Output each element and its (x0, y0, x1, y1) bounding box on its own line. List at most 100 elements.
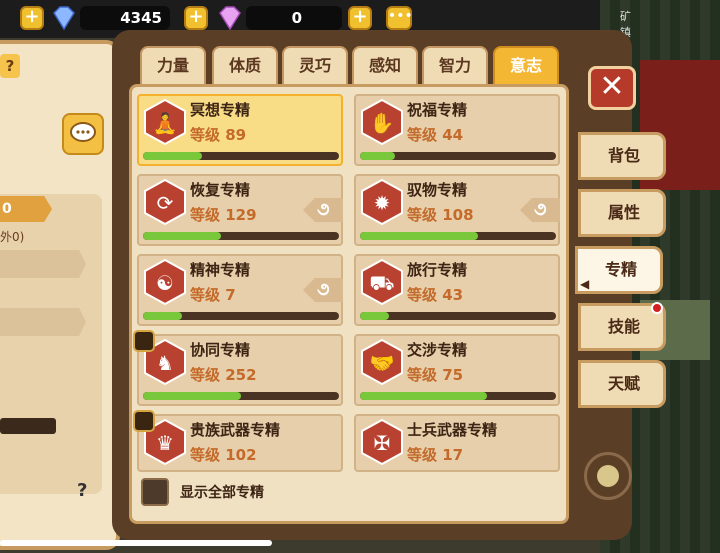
mastery-progress-bar (143, 232, 339, 240)
side-tab-talents[interactable]: 天赋 (578, 360, 666, 408)
mastery-level: 等级 17 (407, 446, 464, 464)
mastery-progress-fill (360, 232, 478, 240)
mastery-card[interactable]: ♞ 协同专精 等级 252 (133, 330, 343, 406)
tab-perception[interactable]: 感知 (352, 46, 418, 86)
left-row[interactable] (0, 308, 86, 336)
mastery-progress-bar (143, 392, 339, 400)
mastery-level: 等级 129 (190, 206, 257, 224)
mind-icon: ☯ (144, 259, 186, 305)
mastery-progress-fill (360, 392, 488, 400)
mastery-progress-fill (360, 152, 396, 160)
side-tab-label: 专精 (604, 260, 637, 279)
mastery-progress-fill (143, 152, 202, 160)
tab-strength[interactable]: 力量 (140, 46, 206, 86)
mastery-name: 士兵武器专精 (407, 421, 498, 439)
travel-icon: ⛟ (361, 259, 403, 305)
mastery-level: 等级 89 (190, 126, 247, 144)
mastery-progress-bar (143, 312, 339, 320)
mastery-card[interactable]: ♛ 贵族武器专精 等级 102 (133, 410, 343, 472)
swirl-icon[interactable]: ૭ (303, 278, 343, 302)
svg-text:✹: ✹ (374, 191, 391, 215)
mastery-name: 恢复专精 (190, 181, 251, 199)
mastery-name: 驭物专精 (407, 181, 468, 199)
tab-will[interactable]: 意志 (493, 46, 559, 86)
mastery-progress-fill (360, 312, 390, 320)
svg-text:♞: ♞ (156, 351, 174, 375)
svg-text:♛: ♛ (156, 431, 174, 455)
negotiation-icon: 🤝 (361, 339, 403, 385)
side-tab-label: 技能 (607, 317, 640, 336)
mastery-name: 贵族武器专精 (190, 421, 281, 439)
add-currency-button[interactable]: + (20, 6, 44, 30)
mastery-name: 旅行专精 (407, 261, 468, 279)
svg-text:✋: ✋ (370, 111, 395, 135)
mastery-name: 精神专精 (190, 261, 251, 279)
svg-text:🤝: 🤝 (370, 351, 395, 375)
panel-clasp-icon (584, 452, 632, 500)
mastery-level: 等级 102 (190, 446, 257, 464)
mastery-name: 冥想专精 (190, 101, 251, 119)
arrow-left-icon: ◀ (580, 277, 590, 291)
add-rainbow-gem-button[interactable]: + (348, 6, 372, 30)
side-tab-label: 属性 (607, 203, 640, 222)
diamond-count: 4345 (80, 6, 170, 30)
mastery-level: 等级 7 (190, 286, 236, 304)
left-dark-bar (0, 418, 56, 434)
mastery-progress-fill (143, 392, 241, 400)
mastery-name: 协同专精 (190, 341, 251, 359)
help-button[interactable]: ? (0, 54, 20, 78)
svg-text:⛟: ⛟ (369, 271, 394, 295)
mastery-name: 祝福专精 (407, 101, 468, 119)
flag-badge-icon (133, 330, 155, 352)
side-tab-mastery[interactable]: ◀ 专精 (575, 246, 663, 294)
mastery-card[interactable]: 🤝 交涉专精 等级 75 (354, 334, 560, 406)
mastery-card[interactable]: ⟳ 恢复专精 等级 129 ૭ (137, 174, 343, 246)
mastery-progress-fill (143, 312, 183, 320)
side-tab-label: 背包 (607, 146, 640, 165)
svg-text:⟳: ⟳ (157, 191, 174, 215)
left-value-tag: 0 (0, 196, 52, 222)
more-button[interactable]: ••• (386, 6, 413, 30)
side-tab-attributes[interactable]: 属性 (578, 189, 666, 237)
close-button[interactable]: ✕ (588, 66, 636, 110)
mastery-card[interactable]: ✠ 士兵武器专精 等级 17 (354, 414, 560, 472)
chat-icon (70, 122, 96, 142)
tab-constitution[interactable]: 体质 (212, 46, 278, 86)
mastery-card[interactable]: ✹ 驭物专精 等级 108 ૭ (354, 174, 560, 246)
diamond-icon (53, 6, 75, 31)
blessing-icon: ✋ (361, 99, 403, 145)
mastery-progress-bar (360, 312, 556, 320)
mastery-card[interactable]: ✋ 祝福专精 等级 44 (354, 94, 560, 166)
recovery-icon: ⟳ (144, 179, 186, 225)
tab-dexterity[interactable]: 灵巧 (282, 46, 348, 86)
swirl-icon[interactable]: ૭ (520, 198, 560, 222)
mastery-level: 等级 252 (190, 366, 257, 384)
mastery-name: 交涉专精 (407, 341, 468, 359)
mastery-level: 等级 75 (407, 366, 464, 384)
mastery-card[interactable]: ⛟ 旅行专精 等级 43 (354, 254, 560, 326)
mastery-card[interactable]: 🧘 冥想专精 等级 89 (137, 94, 343, 166)
svg-text:✠: ✠ (374, 431, 391, 455)
left-row[interactable] (0, 250, 86, 278)
add-diamond-button[interactable]: + (184, 6, 208, 30)
mastery-progress-bar (143, 152, 339, 160)
chat-button[interactable] (62, 113, 104, 155)
mastery-progress-bar (360, 152, 556, 160)
rainbow-gem-icon (219, 6, 241, 31)
mastery-level: 等级 44 (407, 126, 464, 144)
mastery-progress-fill (143, 232, 222, 240)
meditation-icon: 🧘 (144, 99, 186, 145)
mastery-level: 等级 43 (407, 286, 464, 304)
side-tab-bag[interactable]: 背包 (578, 132, 666, 180)
attribute-tabs: 力量 体质 灵巧 感知 智力 意志 (140, 46, 580, 86)
show-all-checkbox[interactable] (141, 478, 169, 506)
show-all-label: 显示全部专精 (180, 485, 264, 501)
swirl-icon[interactable]: ૭ (303, 198, 343, 222)
svg-text:🧘: 🧘 (153, 111, 178, 135)
control-icon: ✹ (361, 179, 403, 225)
mastery-level: 等级 108 (407, 206, 474, 224)
left-help-text[interactable]: ? (77, 480, 87, 501)
tab-intelligence[interactable]: 智力 (422, 46, 488, 86)
mastery-card[interactable]: ☯ 精神专精 等级 7 ૭ (137, 254, 343, 326)
mastery-progress-bar (360, 232, 556, 240)
